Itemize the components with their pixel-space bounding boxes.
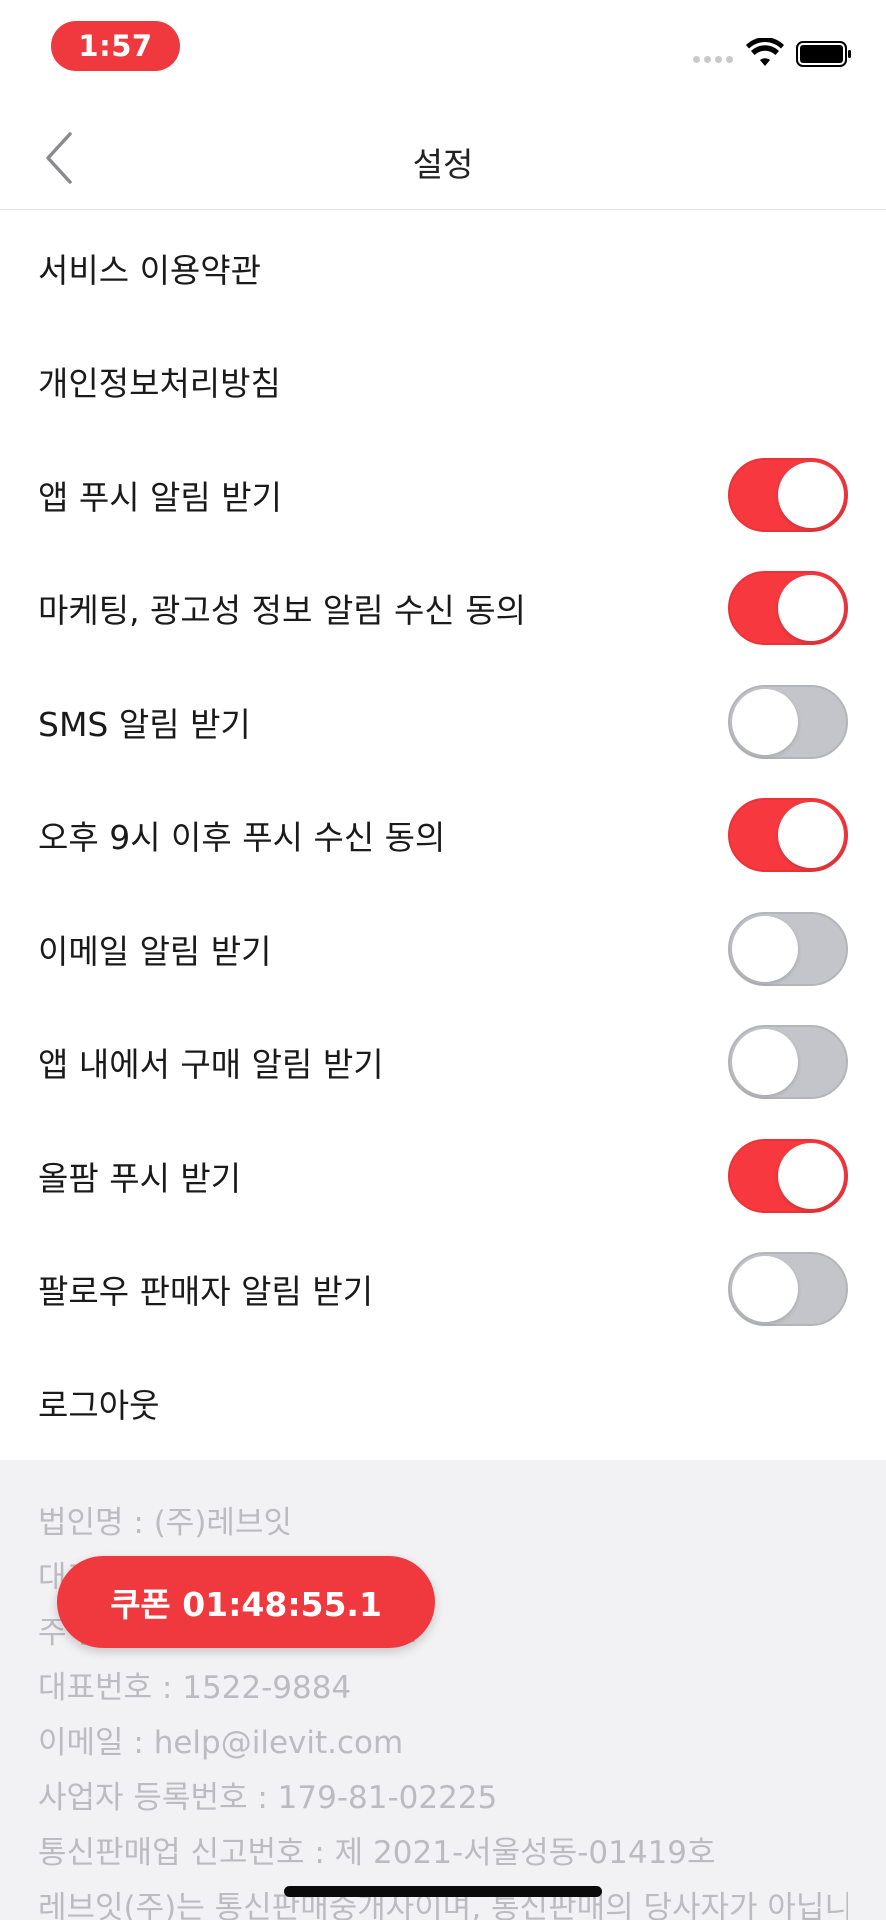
company-name: 법인명 : (주)레브잇 — [38, 1505, 292, 1541]
follow-seller-toggle[interactable] — [728, 1252, 848, 1327]
status-bar: 1:57 — [0, 0, 886, 100]
row-label: 개인정보처리방침 — [38, 364, 281, 404]
settings-row-night-push: 오후 9시 이후 푸시 수신 동의 — [0, 779, 886, 893]
settings-row-terms[interactable]: 서비스 이용약관 — [0, 211, 886, 325]
mail-order-number: 통신판매업 신고번호 : 제 2021-서울성동-01419호 — [38, 1835, 716, 1871]
row-label: SMS 알림 받기 — [38, 704, 251, 744]
settings-row-email: 이메일 알림 받기 — [0, 892, 886, 1006]
row-label: 서비스 이용약관 — [38, 250, 262, 290]
company-info-footer: 법인명 : (주)레브잇 대표 주 순환로 220길 45, 301호 대표번호… — [0, 1460, 886, 1920]
home-indicator — [284, 1886, 602, 1897]
row-label: 올팜 푸시 받기 — [38, 1158, 242, 1198]
settings-row-sms: SMS 알림 받기 — [0, 665, 886, 779]
row-label: 오후 9시 이후 푸시 수신 동의 — [38, 818, 446, 858]
row-label: 앱 내에서 구매 알림 받기 — [38, 1045, 384, 1085]
settings-row-allfarm-push: 올팜 푸시 받기 — [0, 1119, 886, 1233]
settings-list: 서비스 이용약관 개인정보처리방침 앱 푸시 알림 받기 마케팅, 광고성 정보… — [0, 211, 886, 1460]
business-number: 사업자 등록번호 : 179-81-02225 — [38, 1780, 498, 1816]
settings-row-marketing: 마케팅, 광고성 정보 알림 수신 동의 — [0, 552, 886, 666]
logout-label: 로그아웃 — [38, 1385, 160, 1425]
settings-row-privacy[interactable]: 개인정보처리방침 — [0, 325, 886, 439]
cellular-signal-icon — [693, 56, 733, 63]
company-phone: 대표번호 : 1522-9884 — [38, 1670, 352, 1706]
status-time: 1:57 — [51, 21, 180, 71]
in-app-purchase-toggle[interactable] — [728, 1025, 848, 1100]
company-email: 이메일 : help@ilevit.com — [38, 1725, 404, 1761]
settings-row-in-app-purchase: 앱 내에서 구매 알림 받기 — [0, 1006, 886, 1120]
row-label: 이메일 알림 받기 — [38, 931, 272, 971]
nav-bar: 설정 — [0, 100, 886, 210]
sms-toggle[interactable] — [728, 684, 848, 759]
night-push-toggle[interactable] — [728, 798, 848, 873]
settings-row-app-push: 앱 푸시 알림 받기 — [0, 438, 886, 552]
row-label: 마케팅, 광고성 정보 알림 수신 동의 — [38, 591, 526, 631]
battery-icon — [796, 41, 851, 67]
row-label: 앱 푸시 알림 받기 — [38, 477, 282, 517]
settings-row-follow-seller: 팔로우 판매자 알림 받기 — [0, 1233, 886, 1347]
wifi-icon — [746, 38, 784, 66]
app-push-toggle[interactable] — [728, 457, 848, 532]
marketing-toggle[interactable] — [728, 571, 848, 646]
page-title: 설정 — [412, 145, 474, 184]
email-toggle[interactable] — [728, 911, 848, 986]
settings-row-logout[interactable]: 로그아웃 — [0, 1346, 886, 1460]
allfarm-push-toggle[interactable] — [728, 1138, 848, 1213]
row-label: 팔로우 판매자 알림 받기 — [38, 1272, 374, 1312]
coupon-timer-button[interactable]: 쿠폰 01:48:55.1 — [57, 1556, 435, 1648]
